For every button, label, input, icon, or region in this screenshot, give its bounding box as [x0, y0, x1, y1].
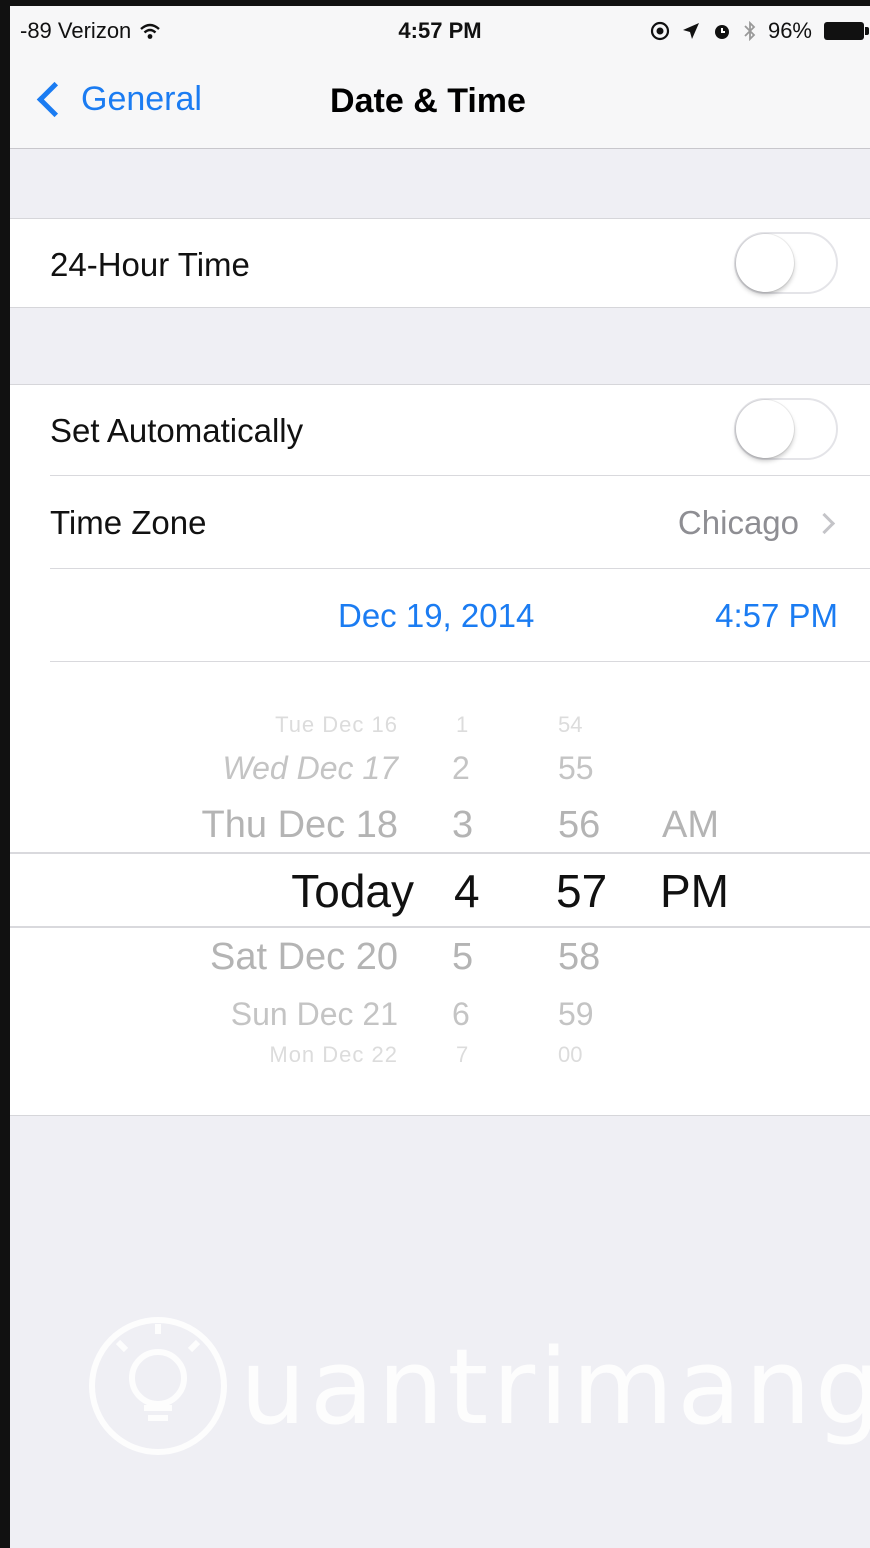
- watermark-logo: uantrimang: [80, 1306, 870, 1466]
- battery-percent: 96%: [767, 18, 812, 43]
- set-automatically-label: Set Automatically: [50, 412, 304, 449]
- time-zone-label: Time Zone: [50, 504, 207, 541]
- picker-ampm-item-selected[interactable]: PM: [660, 864, 729, 918]
- picker-hour-item[interactable]: 5: [452, 936, 473, 979]
- time-zone-value: Chicago: [677, 504, 799, 541]
- picker-minute-item[interactable]: 55: [558, 750, 594, 787]
- picker-hour-item[interactable]: 2: [452, 750, 470, 787]
- picker-minute-item[interactable]: 00: [558, 1042, 582, 1068]
- toggle-knob: [736, 400, 794, 458]
- picker-hour-item[interactable]: 7: [456, 1042, 468, 1068]
- picker-minute-item[interactable]: 59: [558, 996, 594, 1033]
- picker-hour-item-selected[interactable]: 4: [454, 864, 480, 918]
- hour24-group: 24-Hour Time: [10, 218, 870, 308]
- picker-date-item[interactable]: Sat Dec 20: [210, 936, 398, 979]
- picker-minute-item-selected[interactable]: 57: [556, 864, 607, 918]
- picker-date-item[interactable]: Wed Dec 17: [223, 750, 399, 787]
- toggle-knob: [736, 234, 794, 292]
- picker-minute-item[interactable]: 56: [558, 804, 600, 847]
- date-time-picker[interactable]: Tue Dec 16 Wed Dec 17 Thu Dec 18 Today S…: [10, 668, 870, 1110]
- navigation-bar: General Date & Time: [10, 52, 870, 149]
- device-frame-left: [0, 0, 10, 1548]
- picker-date-item[interactable]: Tue Dec 16: [275, 712, 398, 738]
- battery-icon: [824, 22, 869, 40]
- bluetooth-icon: [744, 21, 756, 41]
- time-value-button[interactable]: 4:57 PM: [715, 597, 838, 635]
- picker-hour-item[interactable]: 1: [456, 712, 468, 738]
- set-automatically-toggle[interactable]: [734, 398, 838, 460]
- watermark-text: uantrimang: [240, 1326, 870, 1448]
- picker-minute-item[interactable]: 58: [558, 936, 600, 979]
- hour24-toggle[interactable]: [734, 232, 838, 294]
- set-automatically-row: Set Automatically: [10, 385, 870, 475]
- picker-minute-item[interactable]: 54: [558, 712, 582, 738]
- chevron-right-icon: [813, 512, 836, 534]
- row-divider: [50, 661, 870, 662]
- alarm-icon: [714, 25, 729, 39]
- picker-ampm-item[interactable]: AM: [662, 804, 719, 847]
- lock-rotation-icon: [650, 21, 670, 41]
- picker-date-item[interactable]: Sun Dec 21: [231, 996, 398, 1033]
- hour24-row: 24-Hour Time: [10, 219, 870, 307]
- picker-date-item[interactable]: Thu Dec 18: [202, 804, 398, 847]
- page-title: Date & Time: [330, 82, 526, 120]
- location-icon: [682, 23, 699, 39]
- hour24-label: 24-Hour Time: [50, 246, 250, 283]
- time-zone-row[interactable]: Time Zone Chicago: [10, 476, 870, 568]
- date-value-button[interactable]: Dec 19, 2014: [338, 597, 534, 635]
- picker-hour-item[interactable]: 6: [452, 996, 470, 1033]
- picker-date-item[interactable]: Mon Dec 22: [269, 1042, 398, 1068]
- picker-selection-band: [10, 852, 870, 928]
- picker-hour-item[interactable]: 3: [452, 804, 473, 847]
- picker-date-item-selected[interactable]: Today: [291, 864, 414, 918]
- status-bar: -89 Verizon 4:57 PM 96%: [10, 6, 870, 52]
- date-time-row: Dec 19, 2014 4:57 PM: [10, 569, 870, 661]
- screen: -89 Verizon 4:57 PM 96% General Date & T…: [10, 6, 870, 1548]
